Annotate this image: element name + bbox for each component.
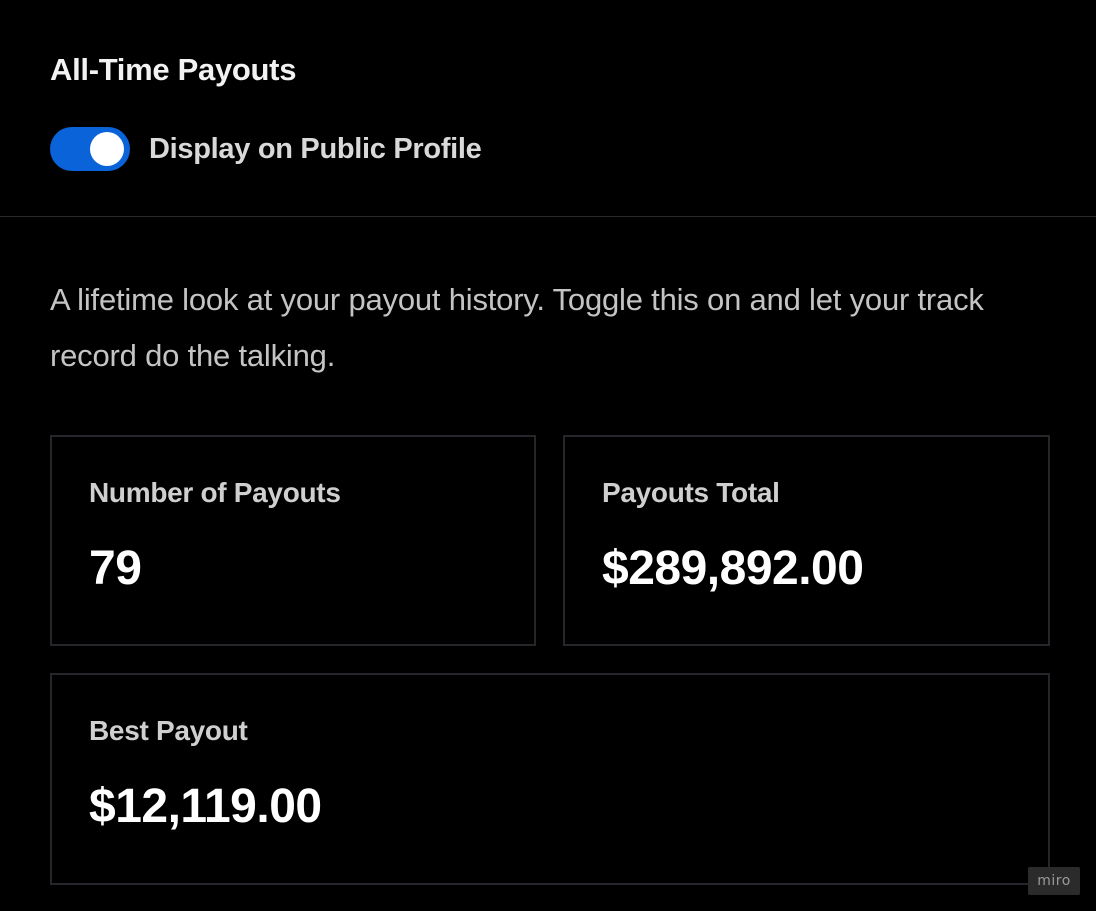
miro-watermark: miro — [1028, 867, 1080, 895]
best-payout-card: Best Payout $12,119.00 — [50, 673, 1050, 885]
payouts-total-value: $289,892.00 — [602, 542, 864, 595]
panel-description: A lifetime look at your payout history. … — [50, 282, 984, 373]
panel-header: All-Time Payouts Display on Public Profi… — [0, 0, 1096, 217]
best-payout-value: $12,119.00 — [89, 780, 322, 833]
public-profile-toggle[interactable] — [50, 127, 130, 171]
payouts-total-card: Payouts Total $289,892.00 — [563, 435, 1050, 646]
all-time-payouts-panel: All-Time Payouts Display on Public Profi… — [0, 0, 1096, 911]
best-payout-label: Best Payout — [89, 715, 248, 746]
number-of-payouts-value: 79 — [89, 542, 142, 595]
number-of-payouts-card: Number of Payouts 79 — [50, 435, 536, 646]
public-profile-toggle-row[interactable]: Display on Public Profile — [50, 126, 482, 172]
public-profile-toggle-label: Display on Public Profile — [149, 132, 482, 165]
payouts-total-label: Payouts Total — [602, 477, 780, 508]
panel-title: All-Time Payouts — [50, 52, 297, 87]
number-of-payouts-label: Number of Payouts — [89, 477, 341, 508]
toggle-knob — [90, 132, 124, 166]
